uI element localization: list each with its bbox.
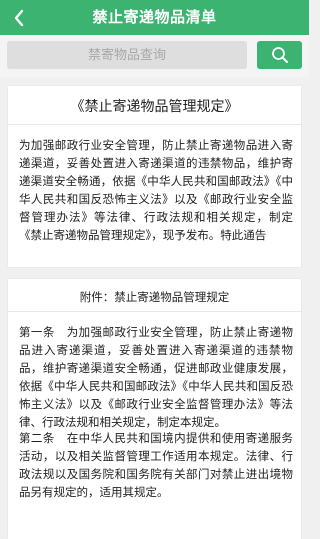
- article-1-paragraph: 第一条 为加强邮政行业安全管理，防止禁止寄递物品进入寄递渠道，妥善处置进入寄递渠…: [19, 325, 293, 429]
- search-button[interactable]: [257, 41, 302, 69]
- search-input[interactable]: [7, 41, 247, 69]
- attachment-card: 附件：禁止寄递物品管理规定 第一条 为加强邮政行业安全管理，防止禁止寄递物品进入…: [8, 279, 301, 539]
- search-icon: [271, 47, 288, 63]
- page-title: 禁止寄递物品清单: [92, 8, 217, 26]
- document-title: 《禁止寄递物品管理规定》: [70, 99, 239, 115]
- chevron-left-icon: [14, 9, 24, 26]
- back-button[interactable]: [6, 0, 32, 35]
- divider: [8, 124, 301, 125]
- attachment-title: 附件：禁止寄递物品管理规定: [79, 290, 230, 304]
- search-bar: [0, 35, 309, 77]
- app-header: 禁止寄递物品清单: [0, 0, 309, 35]
- regulation-card: 《禁止寄递物品管理规定》 为加强邮政行业安全管理，防止禁止寄递物品进入寄递渠道，…: [8, 86, 301, 267]
- divider: [8, 311, 301, 312]
- article-2-paragraph: 第二条 在中华人民共和国境内提供和使用寄递服务活动，以及相关监督管理工作适用本规…: [19, 431, 293, 499]
- intro-paragraph: 为加强邮政行业安全管理，防止禁止寄递物品进入寄递渠道，妥善处置进入寄递渠道的违禁…: [19, 138, 293, 242]
